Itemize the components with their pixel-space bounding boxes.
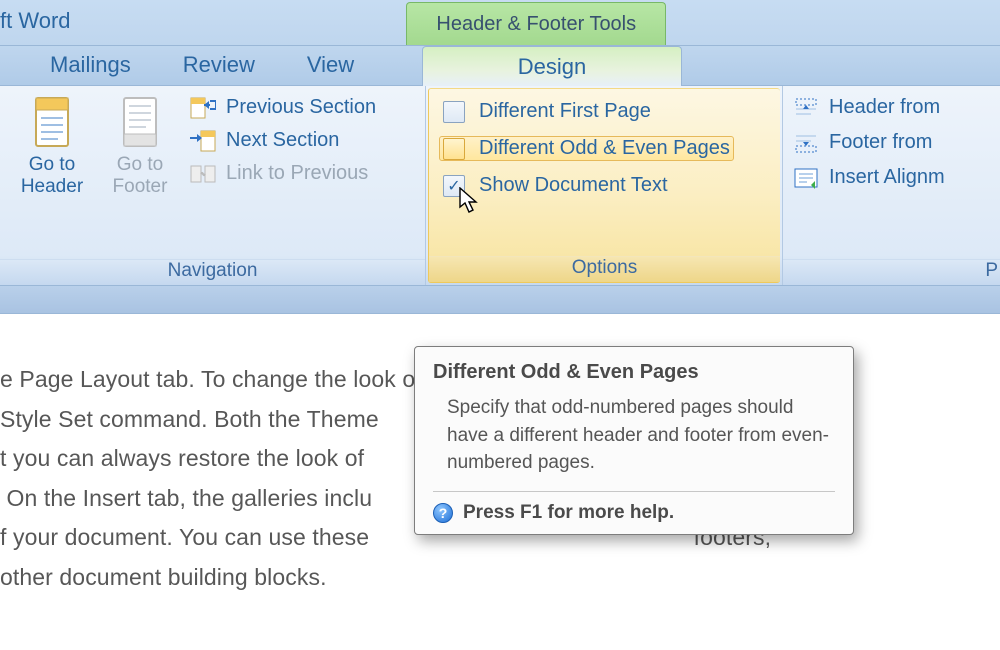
group-navigation-caption: Navigation xyxy=(0,259,425,285)
checkbox-icon xyxy=(443,101,465,123)
show-document-text-label: Show Document Text xyxy=(479,174,668,197)
tooltip-help-text: Press F1 for more help. xyxy=(463,502,674,524)
go-to-header-button[interactable]: Go to Header xyxy=(8,92,96,198)
tab-mailings[interactable]: Mailings xyxy=(0,45,157,85)
ribbon-tabstrip: Mailings Review View Design xyxy=(0,46,1000,86)
different-odd-even-checkbox[interactable]: Different Odd & Even Pages xyxy=(439,136,734,161)
tooltip-divider xyxy=(433,491,835,492)
doc-line: other document building blocks. xyxy=(0,558,998,598)
page-footer-icon xyxy=(118,94,162,150)
insert-alignment-tab-button[interactable]: Insert Alignm xyxy=(793,166,945,189)
show-document-text-checkbox[interactable]: ✓ Show Document Text xyxy=(439,173,734,198)
checkbox-icon: ✓ xyxy=(443,175,465,197)
contextual-tools-label: Header & Footer Tools xyxy=(406,2,666,45)
tab-design[interactable]: Design xyxy=(422,46,682,86)
footer-from-bottom-button[interactable]: Footer from xyxy=(793,131,945,154)
next-section-button[interactable]: Next Section xyxy=(190,129,376,152)
previous-section-icon xyxy=(190,97,216,119)
insert-alignment-label: Insert Alignm xyxy=(829,166,945,189)
link-to-previous-label: Link to Previous xyxy=(226,162,368,185)
different-odd-even-label: Different Odd & Even Pages xyxy=(479,137,730,160)
footer-from-bottom-label: Footer from xyxy=(829,131,932,154)
ruler-strip xyxy=(0,286,1000,314)
previous-section-button[interactable]: Previous Section xyxy=(190,96,376,119)
tab-view[interactable]: View xyxy=(281,45,380,85)
title-bar: ft Word Header & Footer Tools xyxy=(0,0,1000,46)
go-to-footer-button[interactable]: Go to Footer xyxy=(96,92,184,198)
footer-from-bottom-icon xyxy=(793,132,819,154)
group-navigation: Go to Header Go to Footer Previous Secti… xyxy=(0,86,426,285)
different-first-page-label: Different First Page xyxy=(479,100,651,123)
help-icon: ? xyxy=(433,503,453,523)
header-from-top-icon xyxy=(793,97,819,119)
tooltip-help-row: ? Press F1 for more help. xyxy=(433,502,835,524)
header-from-top-button[interactable]: Header from xyxy=(793,96,945,119)
tab-review[interactable]: Review xyxy=(157,45,281,85)
page-header-icon xyxy=(30,94,74,150)
ribbon: Go to Header Go to Footer Previous Secti… xyxy=(0,86,1000,286)
next-section-label: Next Section xyxy=(226,129,339,152)
go-to-footer-label: Go to Footer xyxy=(113,154,168,198)
go-to-header-label: Go to Header xyxy=(21,154,83,198)
group-position: Header from Footer from Insert Alignm P xyxy=(782,86,1000,285)
header-from-top-label: Header from xyxy=(829,96,940,119)
link-to-previous-icon xyxy=(190,163,216,185)
next-section-icon xyxy=(190,130,216,152)
group-position-caption: P xyxy=(783,259,1000,285)
group-options: Different First Page Different Odd & Eve… xyxy=(428,88,780,283)
tooltip: Different Odd & Even Pages Specify that … xyxy=(414,346,854,535)
tooltip-body: Specify that odd-numbered pages should h… xyxy=(433,394,835,477)
insert-alignment-icon xyxy=(793,167,819,189)
link-to-previous-button[interactable]: Link to Previous xyxy=(190,162,376,185)
tooltip-title: Different Odd & Even Pages xyxy=(433,361,835,384)
group-options-caption: Options xyxy=(429,256,780,282)
previous-section-label: Previous Section xyxy=(226,96,376,119)
checkbox-icon xyxy=(443,138,465,160)
app-title: ft Word xyxy=(0,0,406,45)
different-first-page-checkbox[interactable]: Different First Page xyxy=(439,99,734,124)
